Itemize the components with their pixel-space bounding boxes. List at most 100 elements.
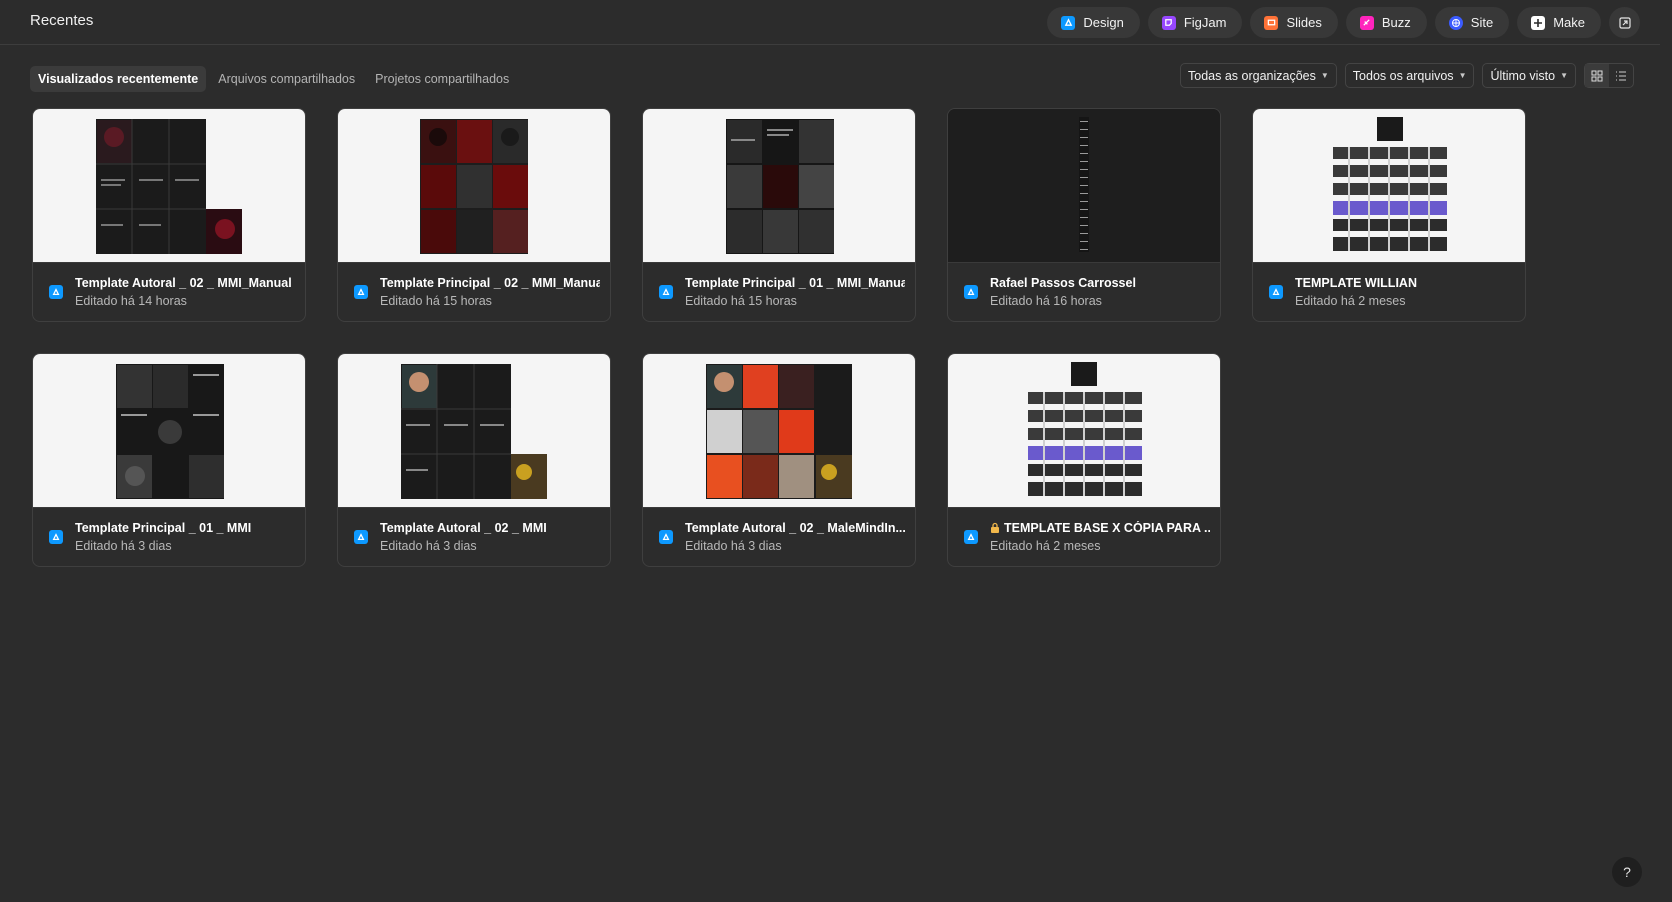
sort-filter-label: Último visto (1490, 68, 1556, 83)
design-file-icon (964, 285, 978, 299)
organization-filter[interactable]: Todas as organizações ▼ (1180, 63, 1337, 88)
design-file-icon (49, 530, 63, 544)
file-tabs: Visualizados recentemente Arquivos compa… (30, 66, 517, 92)
site-label: Site (1470, 15, 1494, 30)
file-info: Rafael Passos Carrossel Editado há 16 ho… (948, 262, 1220, 321)
file-name: Template Autoral _ 02 _ MMI_Manual (75, 276, 292, 290)
help-button[interactable]: ? (1612, 857, 1642, 887)
buzz-label: Buzz (1381, 15, 1411, 30)
file-card[interactable]: Rafael Passos Carrossel Editado há 16 ho… (947, 108, 1221, 322)
file-info: TEMPLATE WILLIAN Editado há 2 meses (1253, 262, 1525, 321)
file-thumbnail (33, 354, 305, 507)
file-thumbnail (643, 109, 915, 262)
chevron-down-icon: ▼ (1560, 71, 1568, 80)
file-name: Template Principal _ 02 _ MMI_Manual (380, 276, 600, 290)
design-button[interactable]: Design (1047, 7, 1140, 38)
design-file-icon (659, 530, 673, 544)
design-label: Design (1083, 15, 1124, 30)
file-info: TEMPLATE BASE X CÓPIA PARA ... Editado h… (948, 507, 1220, 566)
design-file-icon (964, 530, 978, 544)
site-icon (1448, 15, 1463, 30)
file-type-filter[interactable]: Todos os arquivos ▼ (1344, 63, 1475, 88)
file-card[interactable]: Template Autoral _ 02 _ MMI_Manual Edita… (32, 108, 306, 322)
filters: Todas as organizações ▼ Todos os arquivo… (1180, 63, 1634, 88)
grid-view-button[interactable] (1585, 64, 1609, 87)
file-grid: Template Autoral _ 02 _ MMI_Manual Edita… (32, 108, 1528, 567)
file-thumbnail (338, 354, 610, 507)
buzz-button[interactable]: Buzz (1345, 7, 1427, 38)
sort-filter[interactable]: Último visto ▼ (1482, 63, 1576, 88)
import-file-button[interactable] (1609, 7, 1640, 38)
file-card[interactable]: TEMPLATE BASE X CÓPIA PARA ... Editado h… (947, 353, 1221, 567)
file-name: Template Principal _ 01 _ MMI_Manual (685, 276, 905, 290)
file-info: Template Autoral _ 02 _ MMI_Manual Edita… (33, 262, 305, 321)
file-card[interactable]: Template Principal _ 02 _ MMI_Manual Edi… (337, 108, 611, 322)
file-edited-time: Editado há 14 horas (75, 294, 187, 308)
file-card[interactable]: Template Principal _ 01 _ MMI Editado há… (32, 353, 306, 567)
top-bar: Recentes Design FigJam Slides Buzz Site … (0, 0, 1660, 45)
file-edited-time: Editado há 3 dias (75, 539, 172, 553)
slides-icon (1264, 15, 1279, 30)
chevron-down-icon: ▼ (1320, 71, 1329, 80)
file-name: Template Autoral _ 02 _ MaleMindIn... (685, 521, 905, 535)
design-file-icon (1269, 285, 1283, 299)
file-info: Template Autoral _ 02 _ MMI Editado há 3… (338, 507, 610, 566)
file-thumbnail (1253, 109, 1525, 262)
lock-icon (990, 522, 1000, 536)
window-edge (1660, 0, 1672, 902)
chevron-down-icon: ▼ (1458, 71, 1467, 80)
design-file-icon (354, 530, 368, 544)
file-name: Template Autoral _ 02 _ MMI (380, 521, 547, 535)
file-edited-time: Editado há 15 horas (380, 294, 492, 308)
list-view-icon (1616, 70, 1626, 81)
file-card[interactable]: Template Autoral _ 02 _ MMI Editado há 3… (337, 353, 611, 567)
file-edited-time: Editado há 3 dias (685, 539, 782, 553)
product-switcher: Design FigJam Slides Buzz Site Make (1047, 7, 1640, 38)
list-view-button[interactable] (1609, 64, 1633, 87)
file-name: TEMPLATE WILLIAN (1295, 276, 1417, 290)
file-thumbnail (338, 109, 610, 262)
import-file-icon (1618, 16, 1631, 29)
file-edited-time: Editado há 2 meses (1295, 294, 1406, 308)
make-button[interactable]: Make (1517, 7, 1601, 38)
figjam-icon (1161, 15, 1176, 30)
file-edited-time: Editado há 3 dias (380, 539, 477, 553)
file-info: Template Autoral _ 02 _ MaleMindIn... Ed… (643, 507, 915, 566)
file-thumbnail (33, 109, 305, 262)
tab-shared-projects[interactable]: Projetos compartilhados (367, 66, 517, 92)
file-info: Template Principal _ 01 _ MMI Editado há… (33, 507, 305, 566)
file-edited-time: Editado há 15 horas (685, 294, 797, 308)
grid-view-icon (1591, 70, 1603, 81)
file-info: Template Principal _ 02 _ MMI_Manual Edi… (338, 262, 610, 321)
file-name: Template Principal _ 01 _ MMI (75, 521, 252, 535)
file-thumbnail (643, 354, 915, 507)
file-name: Rafael Passos Carrossel (990, 276, 1136, 290)
design-icon (1061, 15, 1076, 30)
page-title: Recentes (30, 12, 94, 29)
buzz-icon (1359, 15, 1374, 30)
figjam-label: FigJam (1183, 15, 1227, 30)
file-card[interactable]: Template Autoral _ 02 _ MaleMindIn... Ed… (642, 353, 916, 567)
slides-button[interactable]: Slides (1250, 7, 1338, 38)
file-card[interactable]: Template Principal _ 01 _ MMI_Manual Edi… (642, 108, 916, 322)
file-thumbnail (948, 109, 1220, 262)
make-icon (1531, 15, 1546, 30)
organization-filter-label: Todas as organizações (1188, 68, 1316, 83)
make-label: Make (1553, 15, 1585, 30)
file-info: Template Principal _ 01 _ MMI_Manual Edi… (643, 262, 915, 321)
design-file-icon (354, 285, 368, 299)
figjam-button[interactable]: FigJam (1147, 7, 1243, 38)
design-file-icon (49, 285, 63, 299)
view-toggle (1584, 63, 1634, 88)
tab-shared-files[interactable]: Arquivos compartilhados (210, 66, 363, 92)
site-button[interactable]: Site (1434, 7, 1510, 38)
tab-recently-viewed[interactable]: Visualizados recentemente (30, 66, 207, 92)
file-thumbnail (948, 354, 1220, 507)
file-edited-time: Editado há 16 horas (990, 294, 1102, 308)
file-edited-time: Editado há 2 meses (990, 539, 1101, 553)
file-name-text: TEMPLATE BASE X CÓPIA PARA ... (1004, 521, 1210, 535)
file-card[interactable]: TEMPLATE WILLIAN Editado há 2 meses (1252, 108, 1526, 322)
file-type-filter-label: Todos os arquivos (1352, 68, 1454, 83)
slides-label: Slides (1286, 15, 1322, 30)
design-file-icon (659, 285, 673, 299)
